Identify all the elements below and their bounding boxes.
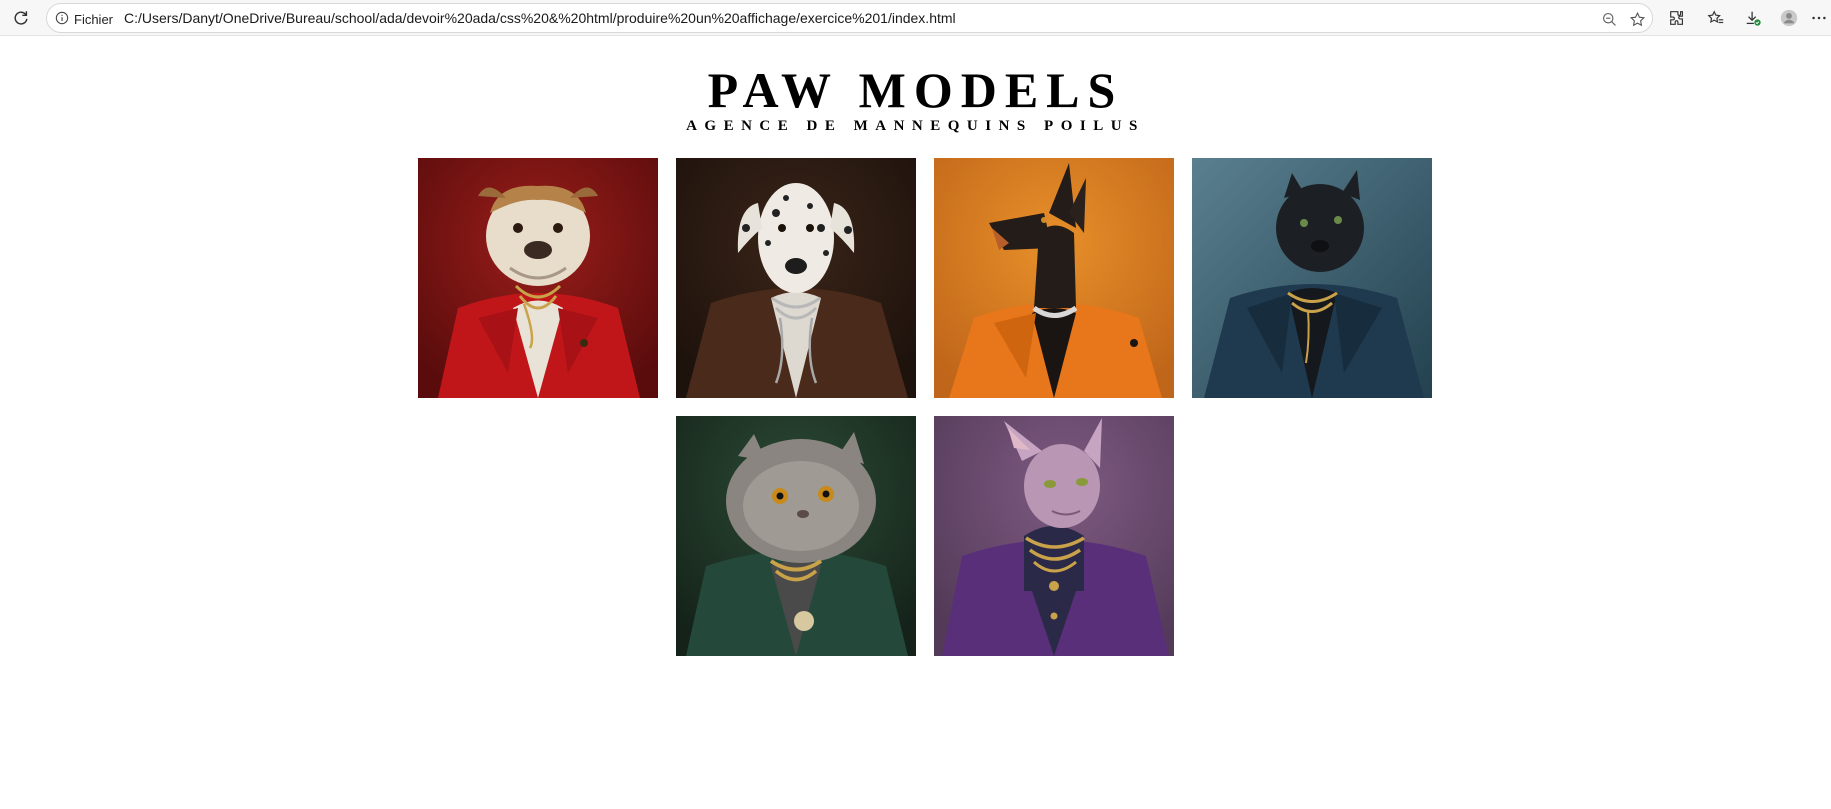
page-content: PAW MODELS AGENCE DE MANNEQUINS POILUS xyxy=(0,37,1831,809)
address-bar[interactable]: Fichier C:/Users/Danyt/OneDrive/Bureau/s… xyxy=(46,3,1653,33)
star-icon[interactable] xyxy=(1626,8,1648,30)
model-photo-panther xyxy=(1192,158,1432,398)
browser-toolbar: Fichier C:/Users/Danyt/OneDrive/Bureau/s… xyxy=(0,0,1831,36)
page-title: PAW MODELS xyxy=(707,62,1124,118)
extensions-icon[interactable] xyxy=(1664,6,1690,30)
model-photo-dalmatian xyxy=(676,158,916,398)
profile-icon[interactable] xyxy=(1776,6,1802,30)
model-photo-bulldog xyxy=(418,158,658,398)
info-icon xyxy=(55,11,69,28)
refresh-icon[interactable] xyxy=(8,6,34,30)
favorites-icon[interactable] xyxy=(1703,6,1729,30)
model-gallery xyxy=(290,158,1560,656)
model-photo-doberman xyxy=(934,158,1174,398)
page-subtitle: AGENCE DE MANNEQUINS POILUS xyxy=(686,118,1145,134)
model-photo-persian-cat xyxy=(676,416,916,656)
site-info-button[interactable]: Fichier xyxy=(55,8,113,30)
model-photo-sphynx-cat xyxy=(934,416,1174,656)
zoom-out-icon[interactable] xyxy=(1598,8,1620,30)
url-text[interactable]: C:/Users/Danyt/OneDrive/Bureau/school/ad… xyxy=(124,10,956,26)
more-icon[interactable] xyxy=(1806,6,1831,30)
site-info-label: Fichier xyxy=(74,11,114,27)
downloads-icon[interactable] xyxy=(1740,6,1766,30)
